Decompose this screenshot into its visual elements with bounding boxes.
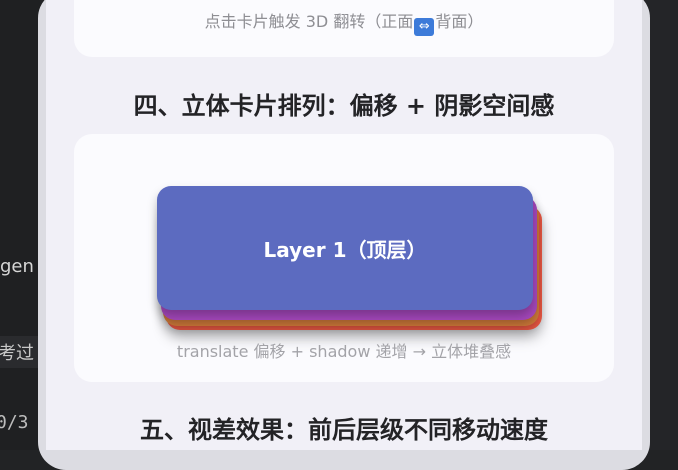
stack-caption: translate 偏移 + shadow 递增 → 立体堆叠感 [176,342,512,361]
flip-caption-suffix: 背面） [435,12,484,31]
stacked-cards-section: Layer 1（顶层） translate 偏移 + shadow 递增 → 立… [74,134,614,382]
flip-caption: 点击卡片触发 3D 翻转（正面 ⇔ 背面） [74,8,614,36]
flip-caption-prefix: 点击卡片触发 3D 翻转（正面 [204,12,414,31]
editor-code-fragment-2: 考过 [0,343,34,364]
editor-background [0,0,40,450]
flip-arrows-icon: ⇔ [414,18,435,36]
device-screen[interactable]: 点击卡片触发 3D 翻转（正面 ⇔ 背面） 四、立体卡片排列：偏移 + 阴影空间感 … [46,0,642,450]
editor-code-fragment: gen [0,256,34,277]
editor-line-counter: 0/3 [0,412,29,433]
layer-1-card[interactable]: Layer 1（顶层） [157,186,533,310]
flip-card-section: 点击卡片触发 3D 翻转（正面 ⇔ 背面） [74,0,614,57]
layer-1-label: Layer 1（顶层） [263,237,427,262]
section-4-title: 四、立体卡片排列：偏移 + 阴影空间感 [133,92,555,120]
section-5-title: 五、视差效果：前后层级不同移动速度 [140,416,548,444]
